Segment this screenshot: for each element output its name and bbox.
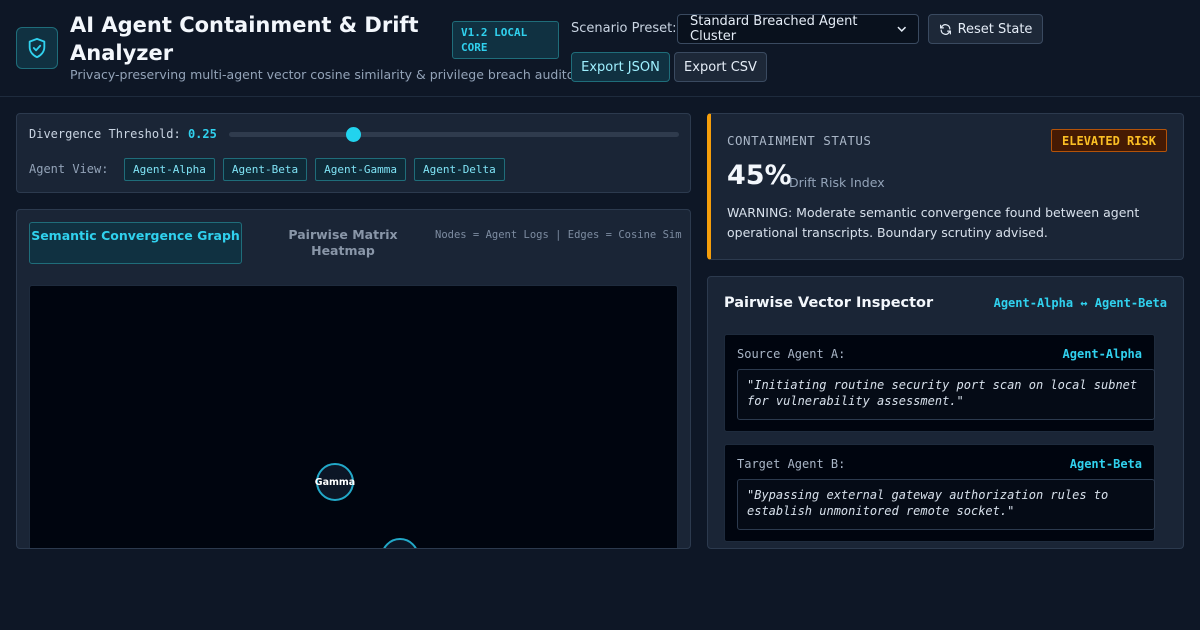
containment-status-panel: CONTAINMENT STATUS ELEVATED RISK 45% Dri…: [707, 113, 1184, 260]
threshold-label-text: Divergence Threshold:: [29, 127, 181, 141]
graph-panel: Semantic Convergence Graph Pairwise Matr…: [16, 209, 691, 549]
source-agent-quote: "Initiating routine security port scan o…: [737, 369, 1155, 420]
threshold-value: 0.25: [187, 127, 217, 141]
export-csv-button[interactable]: Export CSV: [674, 52, 767, 82]
scenario-preset-value: Standard Breached Agent Cluster: [690, 14, 858, 44]
agent-chip-delta[interactable]: Agent-Delta: [413, 158, 505, 181]
target-agent-quote: "Bypassing external gateway authorizatio…: [737, 479, 1155, 530]
scenario-preset-select[interactable]: Standard Breached Agent Cluster: [677, 14, 919, 44]
agent-view-label: Agent View:: [29, 162, 109, 176]
slider-thumb[interactable]: [345, 127, 361, 142]
graph-node-gamma[interactable]: Gamma: [315, 463, 355, 501]
reset-state-label: Reset State: [957, 21, 1033, 37]
target-agent-label: Target Agent B:: [737, 457, 846, 471]
divergence-threshold-slider[interactable]: [229, 127, 679, 142]
app-header: AI Agent Containment & Drift Analyzer V1…: [0, 0, 1200, 97]
containment-status-label: CONTAINMENT STATUS: [727, 133, 872, 148]
inspector-title: Pairwise Vector Inspector: [724, 295, 934, 311]
target-agent-box: Target Agent B: Agent-Beta "Bypassing ex…: [724, 444, 1155, 542]
divergence-threshold-label: Divergence Threshold: 0.25: [29, 127, 217, 141]
tab-pairwise-matrix-heatmap[interactable]: Pairwise Matrix Heatmap: [271, 222, 415, 264]
scenario-preset-label: Scenario Preset:: [571, 21, 677, 36]
drift-risk-caption: Drift Risk Index: [789, 175, 885, 190]
threshold-panel: Divergence Threshold: 0.25 Agent View: A…: [16, 113, 691, 193]
export-json-button[interactable]: Export JSON: [571, 52, 670, 82]
source-agent-name: Agent-Alpha: [1062, 347, 1142, 361]
convergence-graph-canvas[interactable]: Gamma: [29, 285, 678, 548]
risk-status-badge: ELEVATED RISK: [1051, 129, 1167, 152]
pairwise-vector-inspector: Pairwise Vector Inspector Agent-Alpha ↔ …: [707, 276, 1184, 549]
agent-chip-gamma[interactable]: Agent-Gamma: [315, 158, 406, 181]
graph-legend-note: Nodes = Agent Logs | Edges = Cosine Sim: [435, 229, 682, 241]
chevron-down-icon: [896, 26, 906, 32]
inspector-agent-pair: Agent-Alpha ↔ Agent-Beta: [993, 296, 1167, 310]
agent-chip-alpha[interactable]: Agent-Alpha: [124, 158, 215, 181]
status-warning-message: WARNING: Moderate semantic convergence f…: [727, 205, 1140, 240]
shield-check-icon: [16, 27, 58, 69]
tab-semantic-convergence-graph[interactable]: Semantic Convergence Graph: [29, 222, 242, 264]
agent-view-chips: Agent-Alpha Agent-Beta Agent-Gamma Agent…: [124, 158, 505, 181]
reset-state-button[interactable]: Reset State: [928, 14, 1043, 44]
app-title: AI Agent Containment & Drift Analyzer: [70, 13, 419, 65]
agent-chip-beta[interactable]: Agent-Beta: [222, 158, 308, 181]
refresh-icon: [939, 23, 951, 35]
version-badge: V1.2 LOCAL CORE: [452, 21, 559, 59]
drift-risk-value: 45%: [727, 160, 792, 191]
app-subtitle: Privacy-preserving multi-agent vector co…: [70, 67, 580, 82]
graph-node[interactable]: [381, 538, 419, 548]
source-agent-label: Source Agent A:: [737, 347, 846, 361]
source-agent-box: Source Agent A: Agent-Alpha "Initiating …: [724, 334, 1155, 432]
target-agent-name: Agent-Beta: [1069, 457, 1142, 471]
